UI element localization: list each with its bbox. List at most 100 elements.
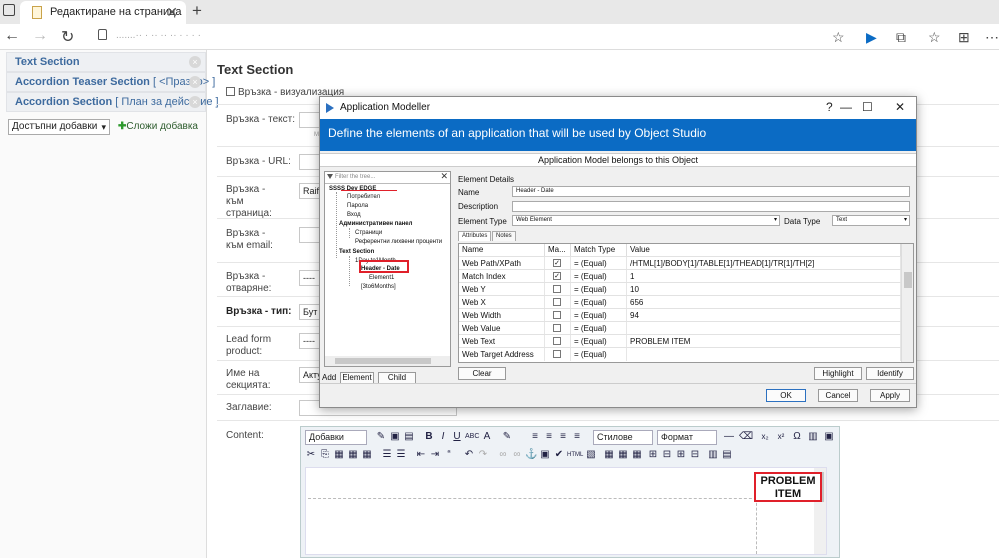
clear-button[interactable]: Clear bbox=[458, 367, 506, 380]
link-icon[interactable]: ∞ bbox=[497, 449, 509, 461]
tree-node[interactable]: Административен панел bbox=[339, 220, 412, 228]
table-row[interactable]: Web Value = (Equal) bbox=[459, 321, 901, 335]
blockquote-icon[interactable]: “ bbox=[443, 449, 455, 461]
problem-item-cell[interactable]: PROBLEM ITEM bbox=[754, 472, 822, 502]
merge-cell-icon[interactable]: ▤ bbox=[721, 449, 733, 461]
ok-button[interactable]: OK bbox=[766, 389, 806, 402]
match-checkbox[interactable] bbox=[553, 285, 561, 293]
insert-row-icon[interactable]: ⊞ bbox=[647, 449, 659, 461]
tree-node[interactable]: Потребител bbox=[347, 193, 380, 201]
favorites-icon[interactable]: ☆ bbox=[928, 29, 941, 46]
attribute-match[interactable] bbox=[545, 348, 571, 361]
match-checkbox[interactable] bbox=[553, 311, 561, 319]
paste-word-icon[interactable]: ▦ bbox=[361, 449, 373, 461]
table-row[interactable]: Web X = (Equal) 656 bbox=[459, 295, 901, 309]
data-type-select[interactable]: Text ▾ bbox=[832, 215, 910, 226]
highlight-color-icon[interactable]: ✎ bbox=[501, 431, 513, 443]
match-checkbox[interactable]: ✓ bbox=[553, 272, 561, 280]
media-icon[interactable]: ▥ bbox=[807, 431, 819, 443]
html-icon[interactable]: HTML bbox=[567, 449, 583, 461]
table-row[interactable]: Match Index ✓ = (Equal) 1 bbox=[459, 269, 901, 283]
remove-icon[interactable]: × bbox=[189, 96, 201, 108]
tree-node[interactable]: [3to6Months] bbox=[361, 283, 396, 291]
left-panel-item-text-section[interactable]: Text Section × bbox=[6, 52, 206, 72]
bullet-list-icon[interactable]: ☰ bbox=[381, 449, 393, 461]
superscript-icon[interactable]: x² bbox=[775, 431, 787, 443]
play-icon[interactable]: ▶ bbox=[866, 29, 877, 46]
remove-icon[interactable]: × bbox=[189, 76, 201, 88]
minimize-button[interactable]: — bbox=[840, 100, 852, 114]
tree-node[interactable]: Element1 bbox=[369, 274, 394, 282]
belongs-to-object-bar[interactable]: Application Model belongs to this Object bbox=[320, 153, 916, 167]
subscript-icon[interactable]: x₂ bbox=[759, 431, 771, 443]
collections-icon[interactable]: ⊞ bbox=[958, 29, 970, 46]
fullscreen-icon[interactable]: ▣ bbox=[823, 431, 835, 443]
strikethrough-icon[interactable]: ABC bbox=[465, 431, 479, 443]
tree-node[interactable]: Вход bbox=[347, 211, 361, 219]
outdent-icon[interactable]: ⇤ bbox=[415, 449, 427, 461]
forward-icon[interactable]: → bbox=[32, 27, 48, 45]
template-icon[interactable]: ▧ bbox=[585, 449, 597, 461]
table-props-icon[interactable]: ▦ bbox=[617, 449, 629, 461]
undo-icon[interactable]: ↶ bbox=[463, 449, 475, 461]
help-button[interactable]: ? bbox=[826, 100, 833, 114]
remove-format-icon[interactable]: ⌫ bbox=[739, 431, 753, 443]
column-header-match[interactable]: Ma... bbox=[545, 244, 571, 256]
left-panel-item-accordion-teaser[interactable]: Accordion Teaser Section [ <Празно> ] × bbox=[6, 72, 215, 92]
tree-node[interactable]: Страници bbox=[355, 229, 382, 237]
addons-select[interactable]: Достъпни добавки ▾ bbox=[8, 119, 110, 135]
scrollbar-thumb[interactable] bbox=[335, 358, 431, 364]
edit-icon[interactable]: ✎ bbox=[375, 431, 387, 443]
editor-format-select[interactable]: Формат bbox=[657, 430, 717, 445]
table-row[interactable]: Web Path/XPath ✓ = (Equal)/HTML[1]/BODY[1]… bbox=[459, 256, 901, 270]
tab-actions-icon[interactable] bbox=[3, 4, 15, 16]
delete-row-icon[interactable]: ⊟ bbox=[661, 449, 673, 461]
table-icon[interactable]: ▦ bbox=[603, 449, 615, 461]
close-button[interactable]: ✕ bbox=[895, 100, 905, 114]
match-checkbox[interactable] bbox=[553, 337, 561, 345]
scrollbar-thumb[interactable] bbox=[904, 272, 912, 288]
identify-button[interactable]: Identify bbox=[866, 367, 914, 380]
image-icon[interactable]: ▤ bbox=[403, 431, 415, 443]
tab-close-icon[interactable]: ✕ bbox=[166, 4, 178, 21]
column-header-value[interactable]: Value bbox=[627, 244, 901, 256]
horizontal-rule-icon[interactable]: — bbox=[723, 431, 735, 443]
italic-icon[interactable]: I bbox=[437, 431, 449, 443]
tab-attributes[interactable]: Attributes bbox=[458, 231, 492, 241]
description-input[interactable] bbox=[512, 201, 910, 212]
viz-checkbox[interactable] bbox=[226, 87, 235, 96]
favorite-star-icon[interactable]: ☆ bbox=[832, 29, 845, 46]
indent-icon[interactable]: ⇥ bbox=[429, 449, 441, 461]
align-right-icon[interactable]: ≡ bbox=[557, 431, 569, 443]
tree-node[interactable]: Референтни лихвени проценти bbox=[355, 238, 442, 246]
element-type-select[interactable]: Web Element ▾ bbox=[512, 215, 780, 226]
cut-icon[interactable]: ✂ bbox=[305, 449, 317, 461]
tree-filter-input[interactable]: Filter the tree... ✕ bbox=[325, 171, 450, 184]
table-row[interactable]: Web Width = (Equal) 94 bbox=[459, 308, 901, 322]
split-cell-icon[interactable]: ▥ bbox=[707, 449, 719, 461]
text-color-icon[interactable]: A bbox=[481, 431, 493, 443]
cleanup-icon[interactable]: ✔ bbox=[553, 449, 565, 461]
match-checkbox[interactable]: ✓ bbox=[553, 259, 561, 267]
editor-content-area[interactable] bbox=[305, 467, 827, 555]
match-checkbox[interactable] bbox=[553, 350, 561, 358]
unlink-icon[interactable]: ∞ bbox=[511, 449, 523, 461]
align-center-icon[interactable]: ≡ bbox=[543, 431, 555, 443]
cancel-button[interactable]: Cancel bbox=[818, 389, 858, 402]
apply-button[interactable]: Apply bbox=[870, 389, 910, 402]
new-tab-icon[interactable]: + bbox=[192, 1, 202, 21]
extensions-icon[interactable]: ⧉ bbox=[896, 29, 906, 46]
tree-scrollbar[interactable] bbox=[325, 356, 450, 366]
special-char-icon[interactable]: Ω bbox=[791, 431, 803, 443]
numbered-list-icon[interactable]: ☰ bbox=[395, 449, 407, 461]
maximize-button[interactable]: ☐ bbox=[862, 100, 873, 114]
editor-styles-select[interactable]: Стилове bbox=[593, 430, 653, 445]
editor-addons-select[interactable]: Добавки bbox=[305, 430, 367, 445]
underline-icon[interactable]: U bbox=[451, 431, 463, 443]
tree-node[interactable]: Парола bbox=[347, 202, 368, 210]
highlight-button[interactable]: Highlight bbox=[814, 367, 862, 380]
copy-icon[interactable]: ⎘ bbox=[319, 449, 331, 461]
add-addon-button[interactable]: ✚Сложи добавка bbox=[118, 121, 198, 132]
paste-icon[interactable]: ▦ bbox=[333, 449, 345, 461]
match-checkbox[interactable] bbox=[553, 298, 561, 306]
